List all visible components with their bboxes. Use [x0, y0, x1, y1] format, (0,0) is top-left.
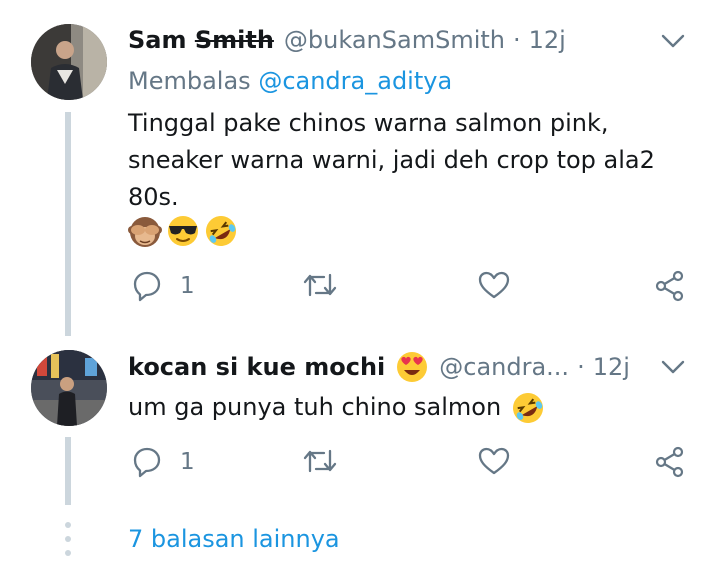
- share-button[interactable]: [654, 446, 686, 478]
- like-button[interactable]: [478, 446, 510, 476]
- reply-button[interactable]: 1: [132, 446, 195, 478]
- tweet-header: Sam Smith @bukanSamSmith · 12j: [128, 25, 566, 55]
- reply-icon: [132, 446, 162, 478]
- timestamp[interactable]: 12j: [529, 25, 566, 55]
- like-button[interactable]: [478, 270, 510, 300]
- retweet-icon: [302, 270, 338, 300]
- rolling-laughing-emoji: [204, 214, 238, 248]
- chevron-down-icon[interactable]: [660, 31, 686, 51]
- avatar[interactable]: [31, 24, 107, 100]
- display-name[interactable]: kocan si kue mochi: [128, 352, 385, 382]
- display-name[interactable]: Sam Smith: [128, 25, 274, 55]
- retweet-icon: [302, 446, 338, 476]
- tweet-actions: 1: [0, 446, 707, 486]
- dot: [65, 522, 71, 528]
- reply-button[interactable]: 1: [132, 270, 195, 302]
- chevron-down-icon[interactable]: [660, 357, 686, 377]
- reply-icon: [132, 270, 162, 302]
- tweet-actions: 1: [0, 270, 707, 310]
- heart-eyes-emoji: [395, 350, 429, 384]
- replying-to: Membalas @candra_aditya: [128, 67, 453, 95]
- reply-count: 1: [180, 449, 195, 475]
- retweet-button[interactable]: [302, 270, 338, 300]
- heart-icon: [478, 446, 510, 476]
- user-handle[interactable]: @candra...: [439, 352, 569, 382]
- separator: ·: [512, 26, 521, 54]
- tweet-text: Tinggal pake chinos warna salmon pink, s…: [128, 109, 655, 211]
- rolling-laughing-emoji: [511, 391, 545, 425]
- retweet-button[interactable]: [302, 446, 338, 476]
- heart-icon: [478, 270, 510, 300]
- share-icon: [654, 446, 686, 478]
- see-no-evil-monkey-emoji: [128, 214, 162, 248]
- share-button[interactable]: [654, 270, 686, 302]
- tweet-header: kocan si kue mochi @candra... · 12j: [128, 350, 630, 384]
- share-icon: [654, 270, 686, 302]
- reply-count: 1: [180, 273, 195, 299]
- thread-continuation-dots: [65, 522, 71, 564]
- timestamp[interactable]: 12j: [593, 352, 630, 382]
- tweet-text: um ga punya tuh chino salmon: [128, 389, 698, 426]
- separator: ·: [577, 353, 585, 381]
- emoji-row: [128, 214, 238, 248]
- dot: [65, 550, 71, 556]
- show-more-replies-link[interactable]: 7 balasan lainnya: [128, 523, 340, 555]
- mention-link[interactable]: @candra_aditya: [258, 67, 452, 95]
- user-handle[interactable]: @bukanSamSmith: [284, 25, 505, 55]
- avatar[interactable]: [31, 350, 107, 426]
- sunglasses-face-emoji: [166, 214, 200, 248]
- dot: [65, 536, 71, 542]
